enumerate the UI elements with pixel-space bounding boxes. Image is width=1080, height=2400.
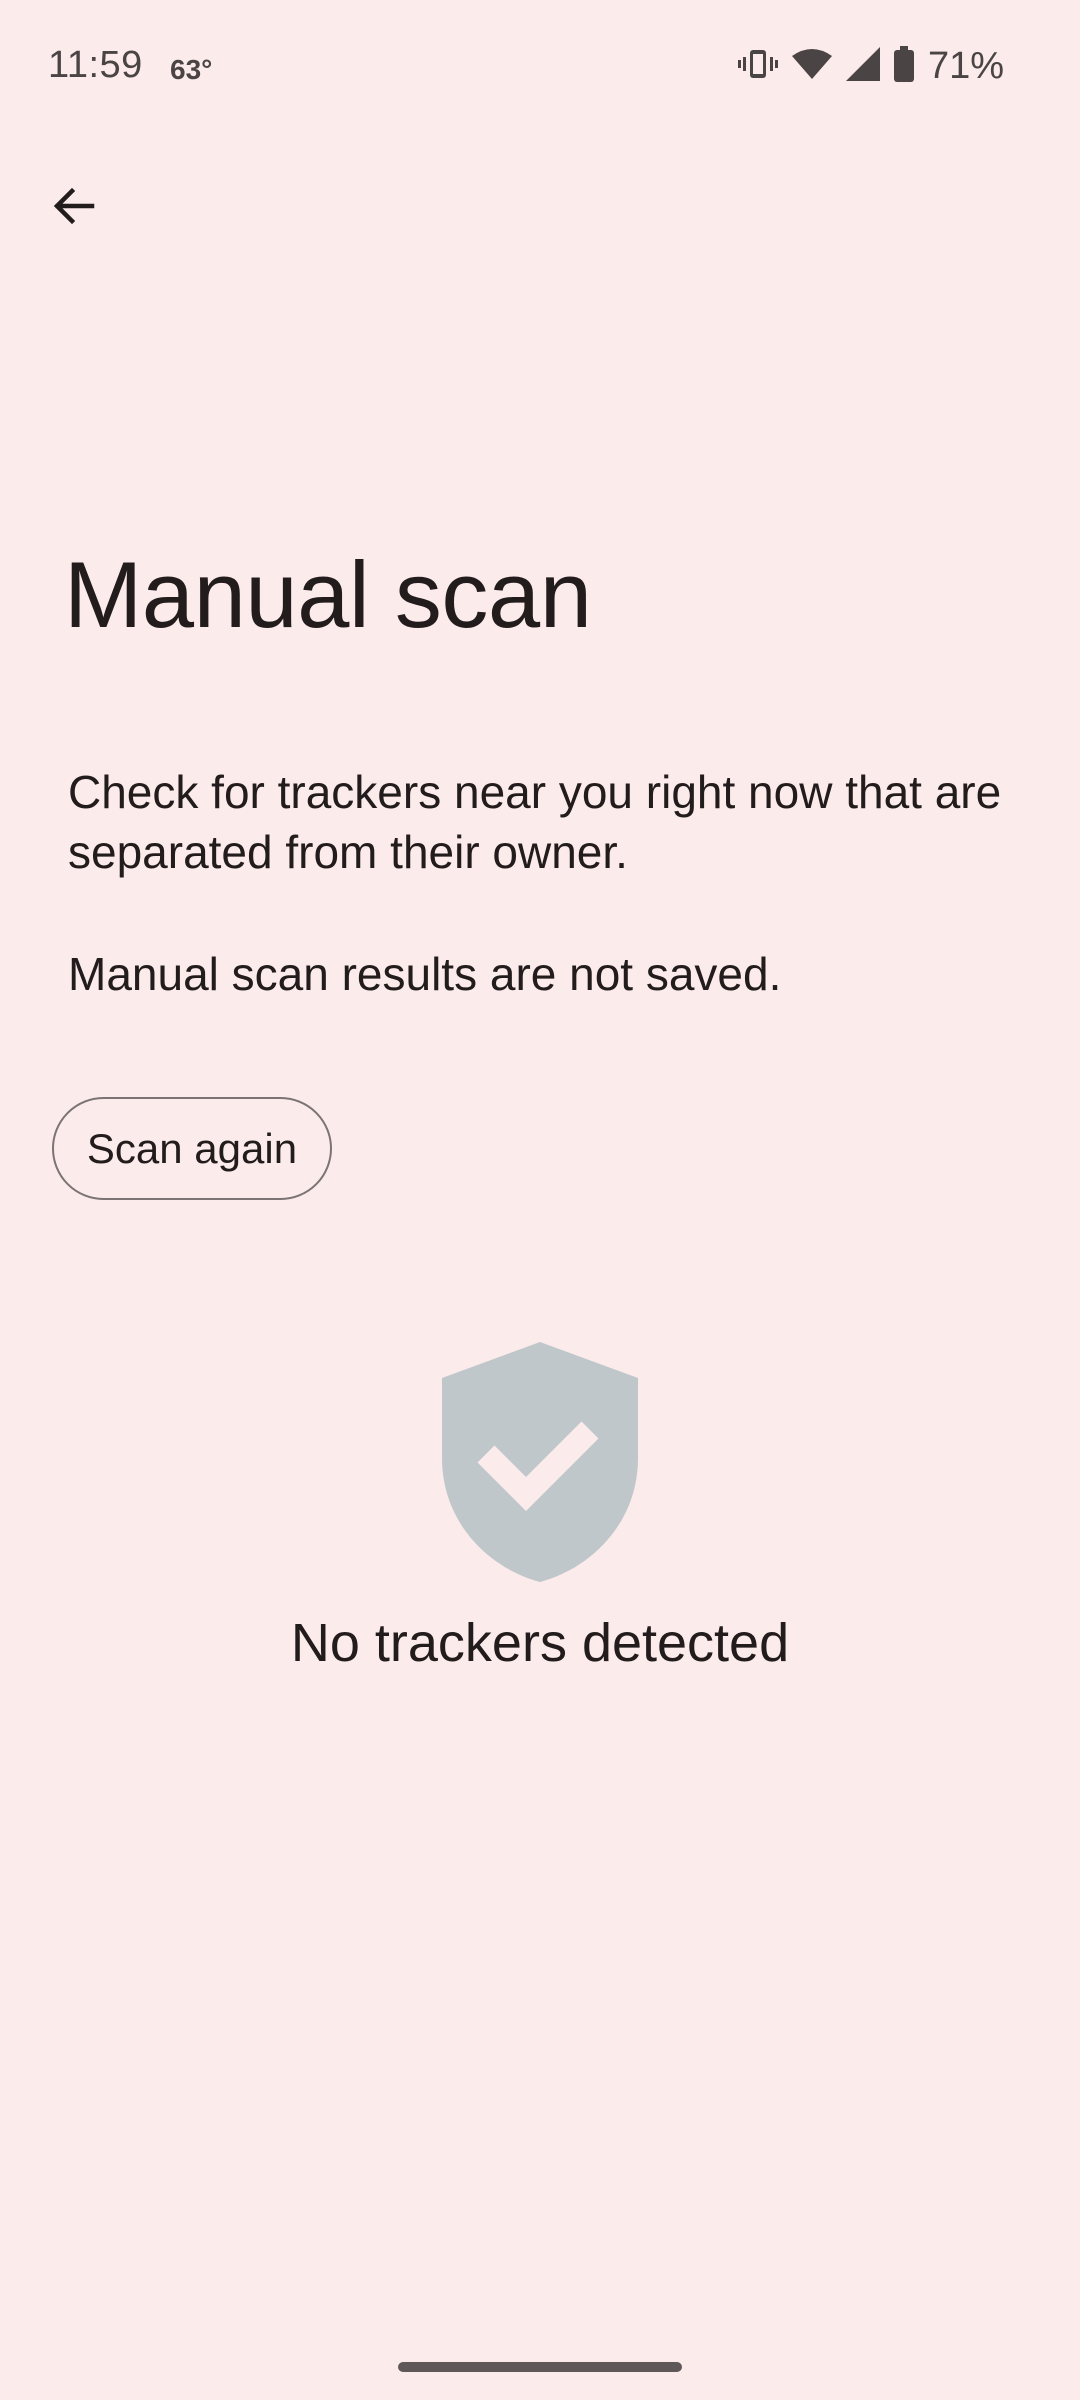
shield-check-icon: [442, 1342, 638, 1582]
status-temperature: 63°: [170, 54, 213, 85]
battery-percent: 71%: [927, 44, 1004, 87]
arrow-back-icon: [53, 187, 95, 225]
scan-again-button[interactable]: Scan again: [52, 1097, 332, 1200]
scan-description: Check for trackers near you right now th…: [68, 766, 1002, 878]
scan-note: Manual scan results are not saved.: [68, 948, 782, 1000]
battery-icon: [893, 45, 914, 87]
no-trackers-text: No trackers detected: [290, 1613, 790, 1673]
wifi-icon: [791, 48, 832, 85]
page-title: Manual scan: [64, 542, 592, 647]
vibrate-icon: [737, 47, 778, 86]
cell-signal-icon: [845, 46, 880, 86]
gesture-navigation-bar[interactable]: [398, 2362, 682, 2372]
manual-scan-screen: 11:59 63° 71% Manual scan Check for trac…: [0, 0, 1080, 2400]
status-bar: 11:59 63° 71%: [0, 0, 1080, 136]
back-button[interactable]: [36, 168, 112, 244]
status-icons: 71%: [737, 44, 1080, 88]
status-time: 11:59: [48, 44, 143, 86]
